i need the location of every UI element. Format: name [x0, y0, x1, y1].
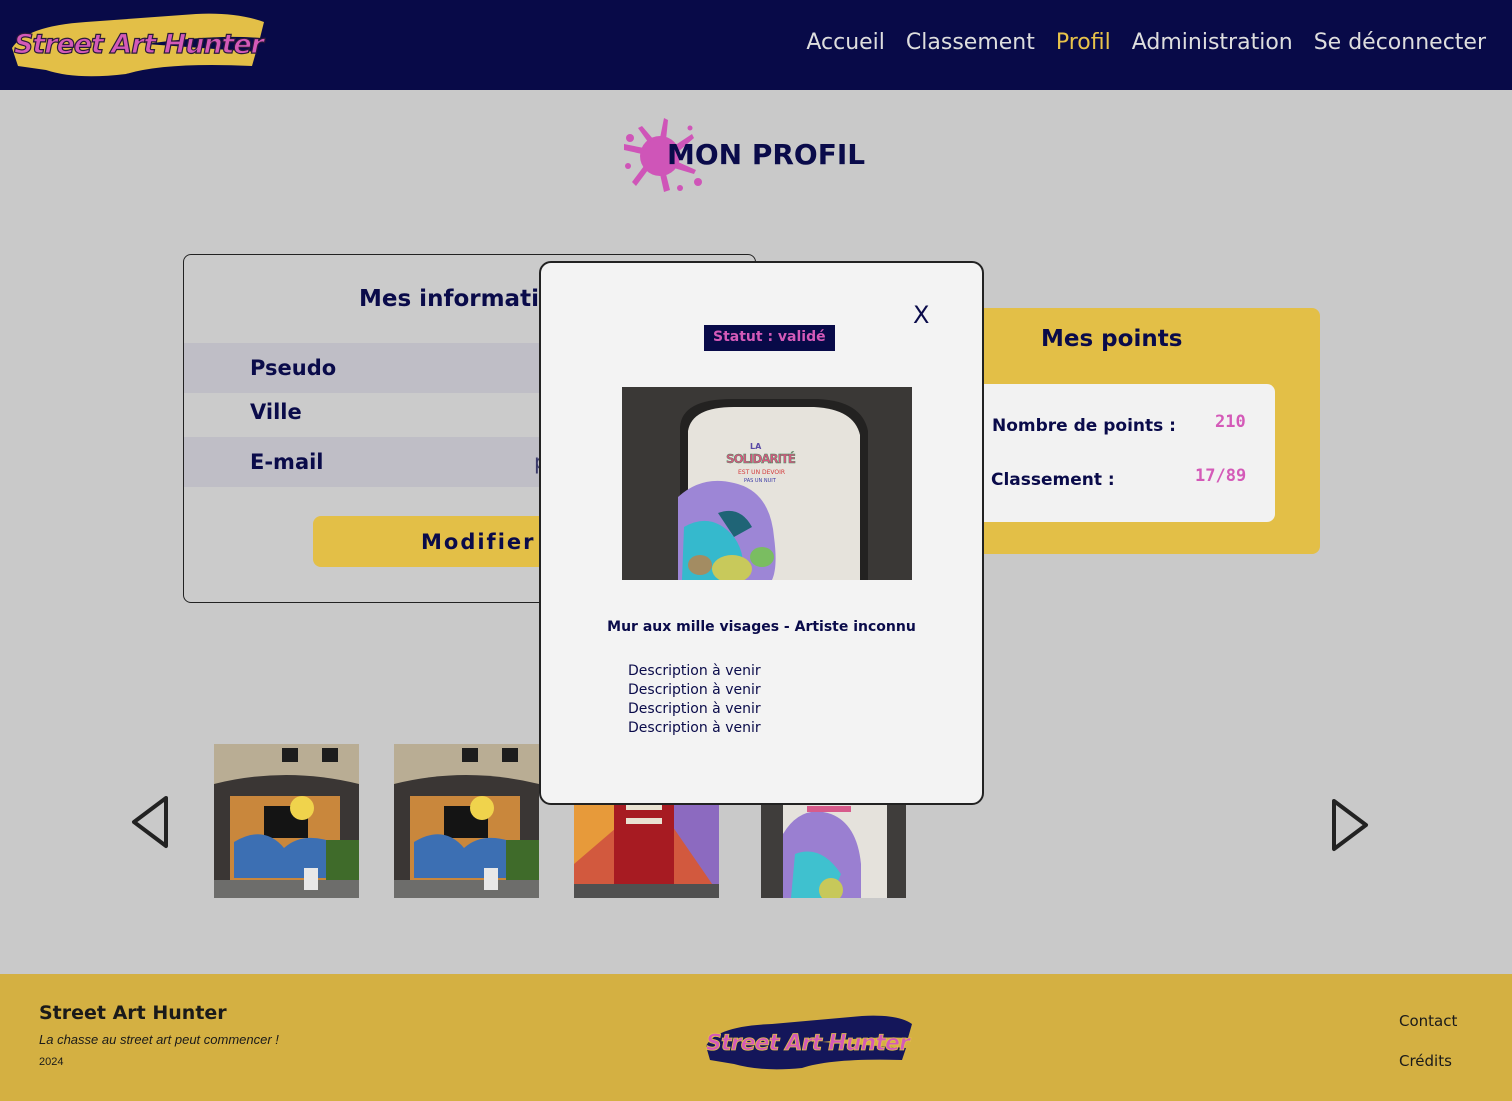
page-title: MON PROFIL [667, 138, 866, 171]
main-nav: Accueil Classement Profil Administration… [806, 30, 1486, 55]
footer-link-credits[interactable]: Crédits [1399, 1052, 1452, 1070]
points-card-title: Mes points [1041, 326, 1183, 352]
description-line: Description à venir [628, 701, 761, 717]
street-art-hunter-logo[interactable]: Street Art Hunter [6, 8, 268, 82]
artwork-photo: LA SOLIDARITÉ EST UN DEVOIR PAS UN NUIT [622, 387, 912, 580]
gallery-thumbnail-2[interactable] [394, 744, 539, 898]
footer-link-contact[interactable]: Contact [1399, 1012, 1457, 1030]
nav-accueil[interactable]: Accueil [806, 30, 885, 55]
carousel-prev-arrow-icon[interactable] [128, 794, 172, 850]
points-label: Nombre de points : [992, 416, 1176, 436]
footer-year: 2024 [39, 1056, 64, 1068]
modal-close-button[interactable]: X [913, 301, 929, 329]
description-line: Description à venir [628, 682, 761, 698]
my-points-card: Mes points Nombre de points : 210 Classe… [950, 308, 1320, 554]
rank-value: 17/89 [1195, 466, 1247, 486]
nav-classement[interactable]: Classement [906, 30, 1035, 55]
footer: Street Art Hunter La chasse au street ar… [0, 974, 1512, 1101]
footer-logo[interactable]: Street Art Hunter [702, 1012, 914, 1072]
points-value: 210 [1215, 412, 1246, 432]
top-navigation-bar: Street Art Hunter Accueil Classement Pro… [0, 0, 1512, 90]
nav-profil[interactable]: Profil [1056, 30, 1111, 55]
footer-tagline: La chasse au street art peut commencer ! [39, 1032, 279, 1047]
artwork-title: Mur aux mille visages - Artiste inconnu [607, 619, 916, 635]
footer-site-name: Street Art Hunter [39, 1002, 227, 1024]
artwork-detail-modal: X Statut : validé LA SOLIDARITÉ EST UN D… [539, 261, 984, 805]
ville-label: Ville [250, 400, 302, 424]
mural-text-main: SOLIDARITÉ [726, 451, 796, 466]
description-line: Description à venir [628, 663, 761, 679]
mural-text-sub: EST UN DEVOIR [738, 469, 785, 476]
mural-text-la: LA [750, 442, 762, 451]
footer-logo-text: Street Art Hunter [706, 1031, 911, 1056]
logo-text: Street Art Hunter [14, 29, 266, 60]
mural-text-sub2: PAS UN NUIT [744, 478, 777, 484]
carousel-next-arrow-icon[interactable] [1328, 797, 1372, 853]
gallery-thumbnail-1[interactable] [214, 744, 359, 898]
pseudo-label: Pseudo [250, 356, 337, 380]
description-line: Description à venir [628, 720, 761, 736]
points-panel: Nombre de points : 210 Classement : 17/8… [950, 384, 1275, 522]
status-badge: Statut : validé [704, 325, 835, 351]
rank-label: Classement : [991, 470, 1115, 490]
nav-administration[interactable]: Administration [1132, 30, 1293, 55]
page-title-block: MON PROFIL [618, 116, 878, 196]
email-label: E-mail [250, 450, 324, 474]
nav-logout[interactable]: Se déconnecter [1314, 30, 1486, 55]
